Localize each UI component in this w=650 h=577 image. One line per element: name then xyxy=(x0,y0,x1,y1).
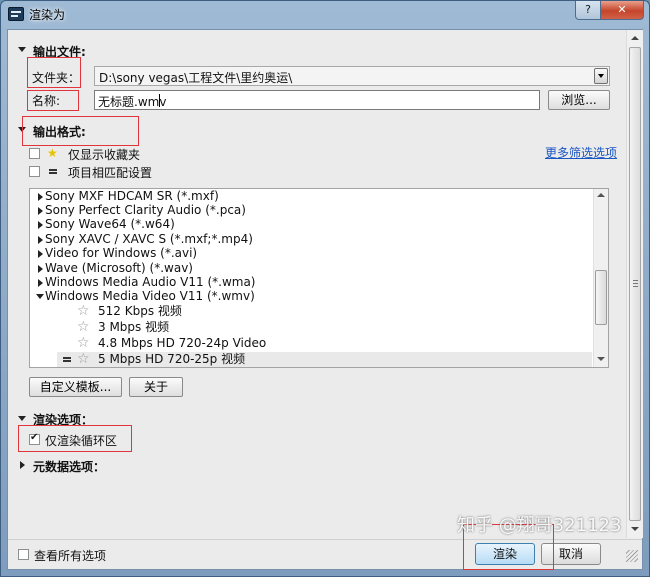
format-item-label: Video for Windows (*.avi) xyxy=(45,246,198,260)
scroll-grip-icon xyxy=(633,280,638,287)
template-item-label: 4.8 Mbps HD 720-24p Video xyxy=(98,336,267,350)
customize-template-button[interactable]: 自定义模板... xyxy=(29,377,122,397)
render-options-title: 渲染选项： xyxy=(33,413,94,427)
star-icon: ★ xyxy=(47,146,58,160)
folder-label: 文件夹： xyxy=(32,71,81,85)
format-item-label: Windows Media Audio V11 (*.wma) xyxy=(45,275,256,289)
expand-icon[interactable] xyxy=(38,193,43,201)
text-caret xyxy=(159,94,160,107)
expand-icon[interactable] xyxy=(38,265,43,273)
output-format-title: 输出格式: xyxy=(33,125,86,139)
loop-region-label: 仅渲染循环区 xyxy=(45,434,118,448)
star-outline-icon[interactable]: ☆ xyxy=(77,304,90,319)
show-all-options-checkbox[interactable] xyxy=(18,549,29,560)
star-outline-icon[interactable]: ☆ xyxy=(77,352,90,367)
format-item-label: Wave (Microsoft) (*.wav) xyxy=(45,261,193,275)
format-item-label: Sony Perfect Clarity Audio (*.pca) xyxy=(45,203,246,217)
format-item[interactable]: Sony XAVC / XAVC S (*.mxf;*.mp4) xyxy=(30,232,592,247)
expand-icon[interactable] xyxy=(38,250,43,258)
expand-metadata-icon[interactable] xyxy=(20,461,25,469)
star-outline-icon[interactable]: ☆ xyxy=(77,320,90,335)
more-filter-options-link[interactable]: 更多筛选选项 xyxy=(545,144,617,161)
format-item[interactable]: Sony Perfect Clarity Audio (*.pca) xyxy=(30,203,592,218)
render-button[interactable]: 渲染 xyxy=(475,543,535,565)
loop-region-checkbox[interactable] xyxy=(29,432,40,445)
template-item-selected[interactable]: ☆ 5 Mbps HD 720-25p 视频 xyxy=(57,352,592,367)
format-list-scroll-thumb[interactable] xyxy=(595,270,607,325)
chevron-down-icon[interactable] xyxy=(594,68,608,84)
render-as-dialog: 渲染为 ? ✕ 输出文件: 文件夹： D:\sony vegas\工程文件\里约… xyxy=(0,0,650,577)
format-item[interactable]: Sony Wave64 (*.w64) xyxy=(30,217,592,232)
match-project-icon xyxy=(49,169,57,174)
format-item-expanded[interactable]: Windows Media Video V11 (*.wmv) xyxy=(30,289,592,304)
help-button[interactable]: ? xyxy=(575,1,601,20)
template-item-label: 512 Kbps 视频 xyxy=(98,304,182,318)
star-outline-icon[interactable]: ☆ xyxy=(77,336,90,351)
vegas-app-icon xyxy=(8,7,24,21)
folder-value: D:\sony vegas\工程文件\里约奥运\ xyxy=(99,71,293,85)
scroll-up-icon[interactable] xyxy=(597,193,605,197)
dialog-footer: 查看所有选项 渲染 取消 xyxy=(8,524,642,570)
format-item[interactable]: Windows Media Audio V11 (*.wma) xyxy=(30,275,592,290)
format-item[interactable]: Video for Windows (*.avi) xyxy=(30,246,592,261)
close-button[interactable]: ✕ xyxy=(600,1,644,20)
format-item-label: Sony XAVC / XAVC S (*.mxf;*.mp4) xyxy=(45,232,253,246)
window-title: 渲染为 xyxy=(29,8,66,22)
format-item-label: Windows Media Video V11 (*.wmv) xyxy=(45,289,255,303)
template-item[interactable]: ☆ 4.8 Mbps HD 720-24p Video xyxy=(30,336,592,352)
name-label: 名称: xyxy=(32,94,61,108)
folder-combobox[interactable]: D:\sony vegas\工程文件\里约奥运\ xyxy=(94,66,610,86)
expand-icon[interactable] xyxy=(38,236,43,244)
output-file-title: 输出文件: xyxy=(33,45,86,59)
file-name-value: 无标题.wmv xyxy=(98,95,167,109)
metadata-title: 元数据选项： xyxy=(33,460,106,474)
format-item[interactable]: Sony MXF HDCAM SR (*.mxf) xyxy=(30,189,592,204)
browse-button[interactable]: 浏览... xyxy=(548,90,610,110)
format-item-label: Sony MXF HDCAM SR (*.mxf) xyxy=(45,189,219,203)
scroll-up-icon[interactable] xyxy=(631,36,639,40)
collapse-output-file-icon[interactable] xyxy=(18,47,26,52)
show-all-options-label: 查看所有选项 xyxy=(34,549,107,563)
expand-icon[interactable] xyxy=(38,207,43,215)
scroll-down-icon[interactable] xyxy=(597,357,605,361)
template-item-label: 3 Mbps 视频 xyxy=(98,320,170,334)
match-project-label: 项目相匹配设置 xyxy=(68,166,153,180)
title-bar[interactable]: 渲染为 ? ✕ xyxy=(1,1,649,29)
format-tree-list[interactable]: Sony MXF HDCAM SR (*.mxf) Sony Perfect C… xyxy=(29,188,609,368)
dialog-scrollbar[interactable] xyxy=(626,30,643,538)
scroll-down-icon[interactable] xyxy=(631,527,639,531)
expand-icon[interactable] xyxy=(38,279,43,287)
match-project-checkbox[interactable] xyxy=(29,166,40,177)
expand-icon[interactable] xyxy=(38,221,43,229)
collapse-render-options-icon[interactable] xyxy=(18,416,26,421)
dialog-scroll-thumb[interactable] xyxy=(629,47,641,521)
dialog-content: 输出文件: 文件夹： D:\sony vegas\工程文件\里约奥运\ 名称: … xyxy=(7,29,643,570)
template-item-label: 5 Mbps HD 720-25p 视频 xyxy=(98,352,246,366)
collapse-output-format-icon[interactable] xyxy=(18,127,26,132)
file-name-input[interactable]: 无标题.wmv xyxy=(94,90,540,110)
cancel-button[interactable]: 取消 xyxy=(541,543,601,565)
about-button[interactable]: 关于 xyxy=(129,377,183,397)
resize-grip-icon[interactable] xyxy=(626,550,638,562)
format-item-label: Sony Wave64 (*.w64) xyxy=(45,217,175,231)
favorites-checkbox[interactable] xyxy=(29,148,40,159)
template-item[interactable]: ☆ 3 Mbps 视频 xyxy=(30,320,592,336)
collapse-icon[interactable] xyxy=(36,294,44,299)
format-item[interactable]: Wave (Microsoft) (*.wav) xyxy=(30,261,592,276)
template-item[interactable]: ☆ 512 Kbps 视频 xyxy=(30,304,592,320)
format-list-scrollbar[interactable] xyxy=(593,189,608,367)
equals-icon xyxy=(63,357,71,362)
favorites-label: 仅显示收藏夹 xyxy=(68,148,141,162)
